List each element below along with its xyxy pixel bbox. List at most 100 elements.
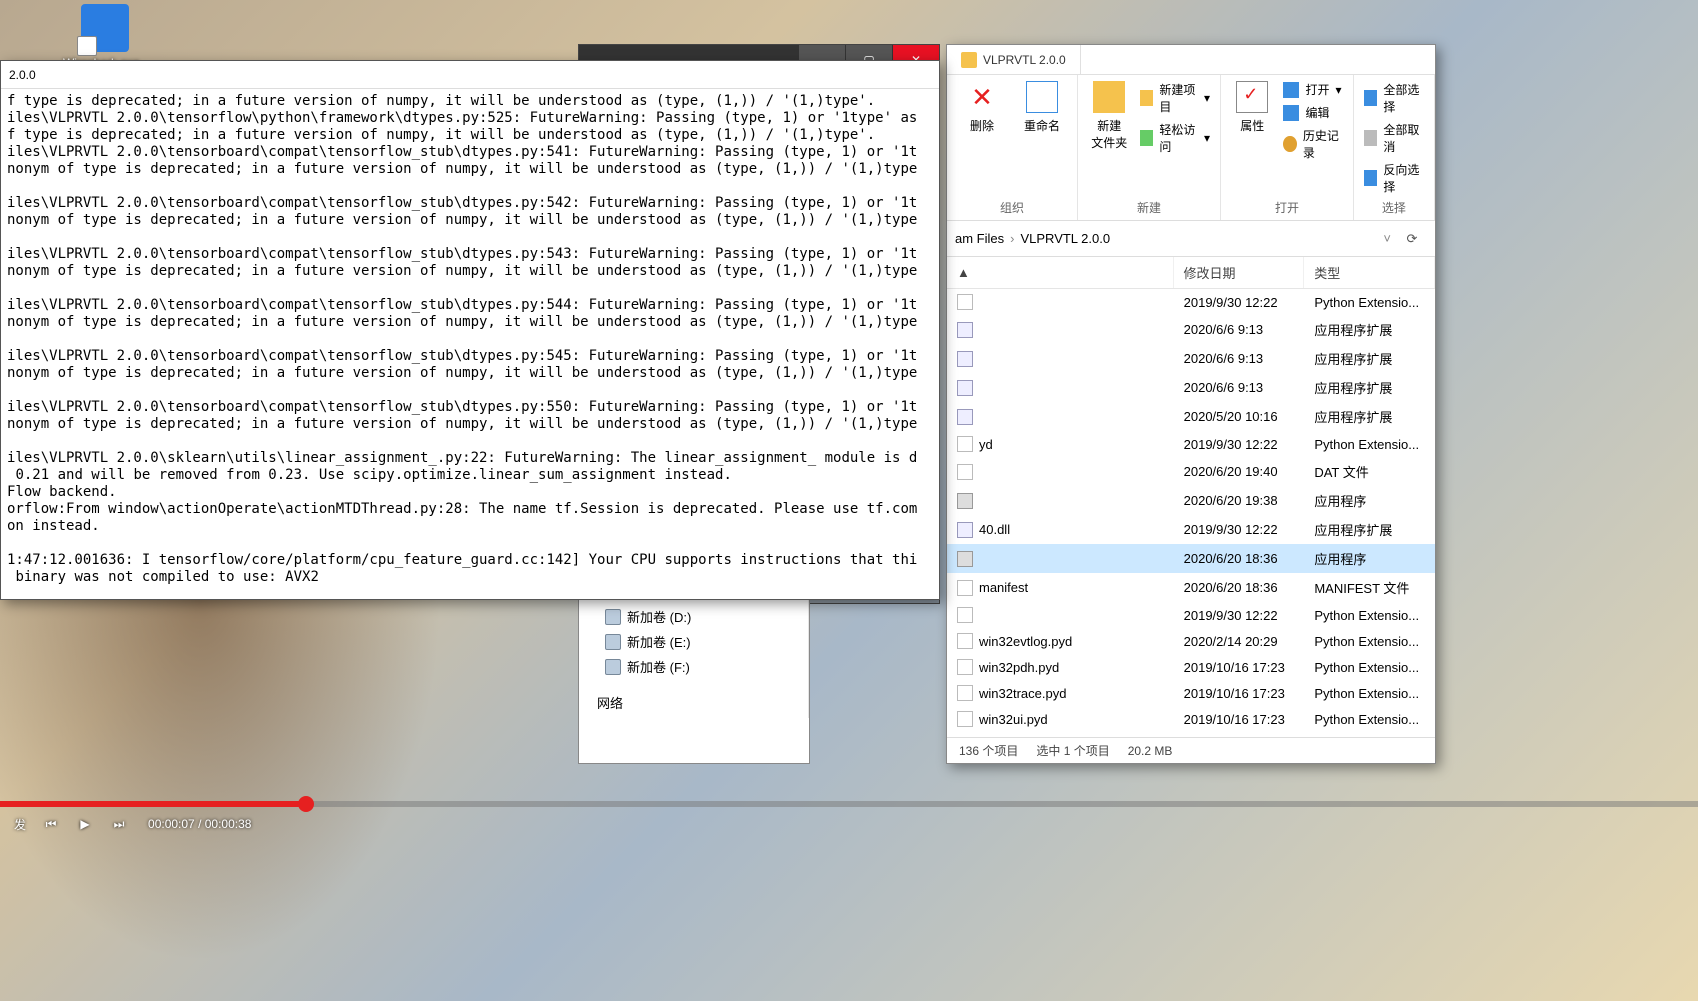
select-none-button[interactable]: 全部取消 (1364, 121, 1424, 155)
breadcrumb-seg[interactable]: am Files (955, 231, 1004, 246)
file-icon (957, 464, 973, 480)
select-all-button[interactable]: 全部选择 (1364, 81, 1424, 115)
next-button[interactable]: ⏭ (110, 815, 128, 833)
file-name: win32ui.pyd (979, 712, 1048, 727)
file-row[interactable]: win32trace.pyd 2019/10/16 17:23Python Ext… (947, 680, 1435, 706)
file-type: 应用程序 (1304, 488, 1435, 513)
file-type: Python Extensio... (1304, 631, 1435, 652)
nav-drive[interactable]: 新加卷 (D:) (579, 604, 808, 629)
explorer-tab[interactable]: VLPRVTL 2.0.0 (947, 45, 1081, 74)
file-type: MANIFEST 文件 (1304, 575, 1435, 600)
file-date: 2020/6/6 9:13 (1174, 319, 1305, 340)
seek-thumb[interactable] (298, 796, 314, 812)
file-row[interactable]: 2019/9/30 12:22Python Extensio... (947, 602, 1435, 628)
file-date: 2020/6/20 19:40 (1174, 461, 1305, 482)
file-name: 40.dll (979, 522, 1010, 537)
file-icon (957, 685, 973, 701)
file-date: 2019/10/16 17:23 (1174, 709, 1305, 730)
status-selected: 选中 1 个项目 (1036, 742, 1109, 759)
file-row[interactable]: win32pdh.pyd2019/10/16 17:23Python Exten… (947, 654, 1435, 680)
nav-network[interactable]: 网络 (579, 687, 808, 714)
chevron-right-icon: › (1010, 231, 1014, 246)
refresh-button[interactable]: ⟳ (1397, 231, 1427, 247)
history-button[interactable]: 历史记录 (1283, 127, 1342, 161)
breadcrumb-dropdown[interactable]: ˅ (1383, 231, 1391, 246)
edit-icon (1283, 105, 1299, 121)
rename-button[interactable]: 重命名 (1017, 81, 1067, 134)
tab-title: VLPRVTL 2.0.0 (983, 53, 1066, 67)
file-row[interactable]: 2020/6/20 19:38应用程序 (947, 486, 1435, 515)
breadcrumb-bar[interactable]: am Files › VLPRVTL 2.0.0 ˅ ⟳ (947, 221, 1435, 257)
file-icon (957, 493, 973, 509)
new-item-button[interactable]: 新建项目 ▾ (1140, 81, 1210, 115)
properties-icon (1236, 81, 1268, 113)
file-icon (957, 351, 973, 367)
invert-selection-button[interactable]: 反向选择 (1364, 161, 1424, 195)
drive-icon (605, 659, 621, 675)
nav-drive[interactable]: 新加卷 (E:) (579, 629, 808, 654)
file-type: 应用程序扩展 (1304, 375, 1435, 400)
history-icon (1283, 136, 1296, 152)
seek-bar[interactable] (0, 801, 1698, 807)
file-row[interactable]: 2020/5/20 10:16应用程序扩展 (947, 402, 1435, 431)
file-name: win32pdh.pyd (979, 660, 1059, 675)
edit-button[interactable]: 编辑 (1283, 104, 1342, 121)
rename-icon (1026, 81, 1058, 113)
file-name: manifest (979, 580, 1028, 595)
file-icon (957, 633, 973, 649)
file-list-header[interactable]: ▲ 修改日期 类型 (947, 257, 1435, 289)
easy-access-button[interactable]: 轻松访问 ▾ (1140, 121, 1210, 155)
file-name: win32evtlog.pyd (979, 634, 1072, 649)
file-date: 2019/10/16 17:23 (1174, 683, 1305, 704)
file-type: 应用程序扩展 (1304, 404, 1435, 429)
file-type: Python Extensio... (1304, 683, 1435, 704)
file-icon (957, 551, 973, 567)
file-date: 2020/2/14 20:29 (1174, 631, 1305, 652)
file-list: ▲ 修改日期 类型 2019/9/30 12:22Python Extensio… (947, 257, 1435, 737)
file-date: 2020/6/20 18:36 (1174, 577, 1305, 598)
file-row[interactable]: win32ui.pyd2019/10/16 17:23Python Extens… (947, 706, 1435, 732)
column-name[interactable]: ▲ (947, 257, 1174, 288)
file-name: win32trace.pyd (979, 686, 1066, 701)
file-type: 应用程序扩展 (1304, 317, 1435, 342)
file-icon (957, 409, 973, 425)
console-output[interactable]: f type is deprecated; in a future versio… (1, 89, 939, 599)
seek-label: 发 (14, 816, 26, 833)
new-folder-button[interactable]: 新建 文件夹 (1088, 81, 1130, 155)
select-all-icon (1364, 90, 1378, 106)
file-icon (957, 607, 973, 623)
explorer-titlebar[interactable]: VLPRVTL 2.0.0 (947, 45, 1435, 75)
file-row[interactable]: 40.dll2019/9/30 12:22应用程序扩展 (947, 515, 1435, 544)
nav-drive[interactable]: 新加卷 (F:) (579, 654, 808, 679)
open-button[interactable]: 打开 ▾ (1283, 81, 1342, 98)
file-date: 2019/9/30 12:22 (1174, 292, 1305, 313)
file-row[interactable]: 2020/6/6 9:13应用程序扩展 (947, 373, 1435, 402)
file-row[interactable]: 2020/6/6 9:13应用程序扩展 (947, 315, 1435, 344)
file-icon (957, 580, 973, 596)
status-count: 136 个项目 (959, 742, 1018, 759)
file-type: Python Extensio... (1304, 434, 1435, 455)
file-row[interactable]: 2020/6/6 9:13应用程序扩展 (947, 344, 1435, 373)
file-icon (957, 436, 973, 452)
play-button[interactable]: ▶ (76, 815, 94, 833)
column-date[interactable]: 修改日期 (1174, 257, 1305, 288)
file-row[interactable]: 2019/9/30 12:22Python Extensio... (947, 289, 1435, 315)
breadcrumb-seg[interactable]: VLPRVTL 2.0.0 (1020, 231, 1110, 246)
invert-icon (1364, 170, 1378, 186)
folder-icon (961, 52, 977, 68)
new-item-icon (1140, 90, 1153, 106)
delete-button[interactable]: ✕ 删除 (957, 81, 1007, 134)
file-row[interactable]: yd2019/9/30 12:22Python Extensio... (947, 431, 1435, 457)
file-type: Python Extensio... (1304, 292, 1435, 313)
properties-button[interactable]: 属性 (1231, 81, 1273, 161)
file-row[interactable]: 2020/6/20 18:36应用程序 (947, 544, 1435, 573)
file-row[interactable]: 2020/6/20 19:40DAT 文件 (947, 457, 1435, 486)
file-type: 应用程序扩展 (1304, 346, 1435, 371)
status-bar: 136 个项目 选中 1 个项目 20.2 MB (947, 737, 1435, 763)
console-titlebar[interactable]: 2.0.0 (1, 61, 939, 89)
file-date: 2020/5/20 10:16 (1174, 406, 1305, 427)
prev-button[interactable]: ⏮ (42, 815, 60, 833)
column-type[interactable]: 类型 (1304, 257, 1435, 288)
file-row[interactable]: manifest 2020/6/20 18:36MANIFEST 文件 (947, 573, 1435, 602)
file-row[interactable]: win32evtlog.pyd 2020/2/14 20:29Python Ext… (947, 628, 1435, 654)
